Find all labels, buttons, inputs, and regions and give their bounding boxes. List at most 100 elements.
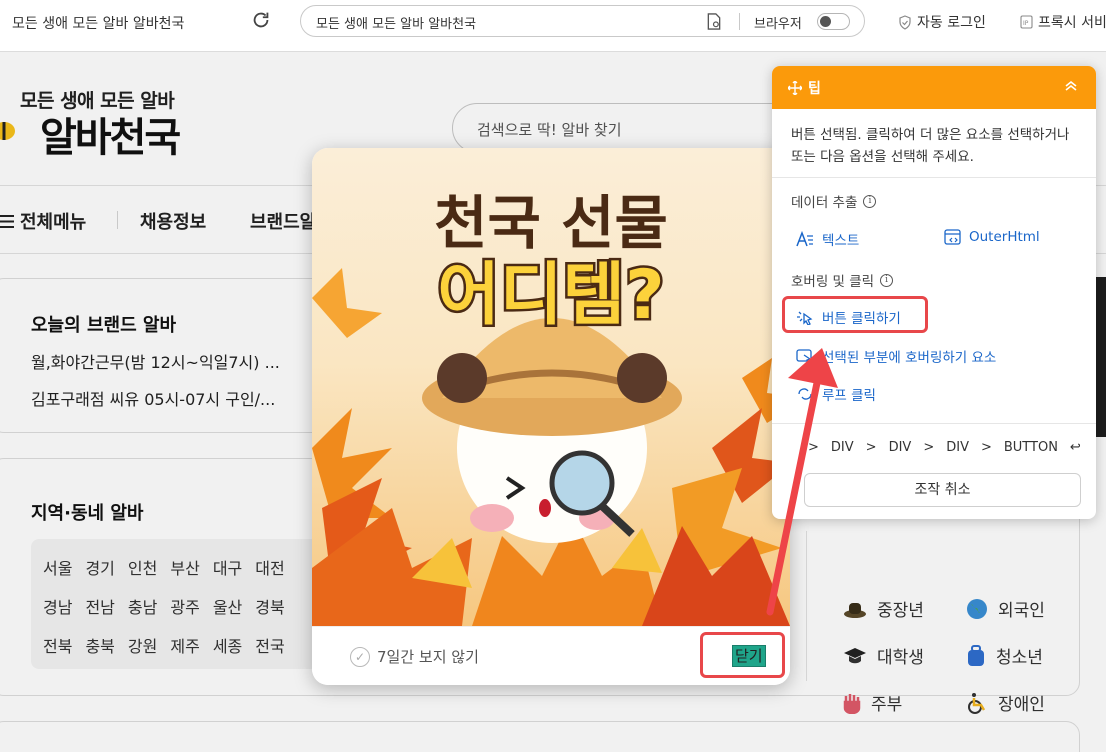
- region-link[interactable]: 광주: [170, 594, 199, 618]
- side-banner: [1096, 277, 1106, 437]
- brand-job-link[interactable]: 김포구래점 씨유 05시-07시 구인/...: [31, 386, 275, 410]
- address-bar[interactable]: 모든 생애 모든 알바 알바천국 브라우저: [300, 5, 865, 37]
- dont-show-7days-checkbox[interactable]: ✓ 7일간 보지 않기: [350, 646, 479, 667]
- data-extract-heading: 데이터 추출 i: [791, 191, 877, 211]
- info-icon[interactable]: i: [880, 273, 894, 287]
- glove-icon: [843, 693, 861, 714]
- region-link[interactable]: 강원: [128, 633, 157, 657]
- ip-icon: IP: [1020, 15, 1033, 29]
- tip-header[interactable]: 팁: [772, 66, 1096, 109]
- region-link[interactable]: 충남: [128, 594, 157, 618]
- region-link[interactable]: 경북: [255, 594, 284, 618]
- extract-text-action[interactable]: 텍스트: [796, 229, 859, 249]
- address-bar-text: 모든 생애 모든 알바 알바천국: [316, 17, 477, 32]
- hover-element-action[interactable]: 선택된 부분에 호버링하기 요소: [796, 346, 996, 366]
- search-placeholder: 검색으로 딱! 알바 찾기: [477, 121, 622, 139]
- brand-job-link[interactable]: 월,화야간근무(밤 12시~익일7시) ...: [31, 349, 280, 373]
- event-popup: 천국 선물 어디템? ✓ 7일간 보지 않기 닫기: [312, 148, 790, 685]
- hover-action-label: 선택된 부분에 호버링하기 요소: [822, 350, 997, 366]
- outerhtml-action-label: OuterHtml: [969, 229, 1040, 245]
- breadcrumb-item[interactable]: BUTTON: [1004, 440, 1058, 455]
- loop-click-action[interactable]: 루프 클릭: [796, 384, 876, 404]
- browser-toolbar: 모든 생애 모든 알바 알바천국 모든 생애 모든 알바 알바천국 브라우저 자…: [0, 0, 1106, 52]
- category-homemaker[interactable]: 주부: [843, 690, 902, 715]
- region-link[interactable]: 울산: [213, 594, 242, 618]
- category-label: 주부: [871, 695, 903, 715]
- nav-jobs[interactable]: 채용정보: [140, 208, 206, 234]
- proxy-label: 프록시 서비: [1038, 15, 1106, 31]
- region-link[interactable]: 경기: [85, 555, 114, 579]
- dont-show-label: 7일간 보지 않기: [377, 648, 479, 666]
- data-extract-label: 데이터 추출: [791, 195, 858, 211]
- proxy-button[interactable]: IP 프록시 서비: [1020, 12, 1106, 32]
- document-settings-icon[interactable]: [706, 13, 722, 30]
- undo-arrow-icon[interactable]: ↩: [1070, 440, 1081, 455]
- popup-banner-image[interactable]: 천국 선물 어디템?: [312, 148, 790, 626]
- category-teen[interactable]: 청소년: [966, 643, 1043, 668]
- auto-login-label: 자동 로그인: [917, 15, 986, 31]
- graduation-cap-icon: [844, 647, 866, 663]
- logo-name[interactable]: 알바천국: [40, 105, 181, 163]
- popup-headline-2: 어디템?: [437, 256, 664, 335]
- hover-icon: [796, 349, 812, 364]
- region-row: 경남 전남 충남 광주 울산 경북: [43, 594, 285, 618]
- tip-title-label: 팁: [808, 81, 821, 97]
- tip-description: 버튼 선택됨. 클릭하여 더 많은 요소를 선택하거나 또는 다음 옵션을 선택…: [791, 127, 1070, 165]
- all-menu-label: 전체메뉴: [20, 212, 87, 233]
- text-action-label: 텍스트: [822, 233, 860, 249]
- region-link[interactable]: 전국: [255, 633, 284, 657]
- region-link[interactable]: 인천: [128, 555, 157, 579]
- region-link[interactable]: 충북: [85, 633, 114, 657]
- loop-icon: [798, 388, 812, 400]
- chevron-right-icon: >: [980, 440, 992, 455]
- close-button-highlight: [700, 632, 785, 678]
- next-section-card: [0, 721, 1080, 752]
- category-foreigner[interactable]: 외국인: [966, 596, 1045, 621]
- nav-brand[interactable]: 브랜드알: [250, 208, 316, 234]
- region-link[interactable]: 대구: [213, 555, 242, 579]
- refresh-icon[interactable]: [250, 9, 272, 31]
- element-breadcrumb: > DIV > DIV > DIV > BUTTON ↩: [808, 440, 1081, 455]
- html-window-icon: [944, 229, 961, 245]
- region-link[interactable]: 서울: [43, 555, 72, 579]
- info-icon[interactable]: i: [863, 194, 877, 208]
- hover-click-label: 호버링 및 클릭: [791, 274, 875, 290]
- region-link[interactable]: 전북: [43, 633, 72, 657]
- svg-text:IP: IP: [1023, 20, 1029, 27]
- region-link[interactable]: 경남: [43, 594, 72, 618]
- category-disabled[interactable]: 장애인: [966, 690, 1045, 715]
- brand-section-title: 오늘의 브랜드 알바: [31, 315, 177, 336]
- event-illustration: 천국 선물 어디템?: [312, 189, 790, 626]
- hat-icon: [844, 602, 866, 618]
- category-student[interactable]: 대학생: [843, 643, 924, 668]
- divider: [772, 177, 1096, 178]
- auto-login-button[interactable]: 자동 로그인: [898, 12, 986, 32]
- breadcrumb-item[interactable]: DIV: [946, 440, 969, 455]
- breadcrumb-item[interactable]: DIV: [889, 440, 912, 455]
- region-row: 서울 경기 인천 부산 대구 대전: [43, 555, 285, 579]
- browser-label: 브라우저: [754, 17, 802, 32]
- breadcrumb-item[interactable]: DIV: [831, 440, 854, 455]
- hover-click-heading: 호버링 및 클릭 i: [791, 270, 894, 290]
- region-link[interactable]: 전남: [85, 594, 114, 618]
- chevron-right-icon: >: [808, 440, 819, 455]
- category-label: 중장년: [877, 601, 924, 621]
- all-menu-button[interactable]: 전체메뉴: [0, 208, 86, 234]
- chevron-up-icon[interactable]: [1062, 77, 1080, 95]
- undo-action-button[interactable]: 조작 취소: [804, 473, 1081, 507]
- region-link[interactable]: 제주: [170, 633, 199, 657]
- region-link[interactable]: 대전: [255, 555, 284, 579]
- extract-outerhtml-action[interactable]: OuterHtml: [944, 229, 1040, 245]
- browser-toggle[interactable]: [817, 13, 850, 30]
- region-link[interactable]: 부산: [170, 555, 199, 579]
- bee-logo-icon: [0, 122, 15, 140]
- category-label: 청소년: [996, 648, 1043, 668]
- region-link[interactable]: 세종: [213, 633, 242, 657]
- check-circle-icon: ✓: [350, 646, 370, 667]
- category-middle-aged[interactable]: 중장년: [843, 596, 924, 621]
- divider: [739, 13, 740, 30]
- backpack-icon: [968, 644, 984, 666]
- region-list: 서울 경기 인천 부산 대구 대전 경남 전남 충남 광주 울산 경북 전북 충…: [31, 539, 331, 669]
- toggle-knob: [820, 16, 831, 27]
- tab-title[interactable]: 모든 생애 모든 알바 알바천국: [12, 13, 184, 33]
